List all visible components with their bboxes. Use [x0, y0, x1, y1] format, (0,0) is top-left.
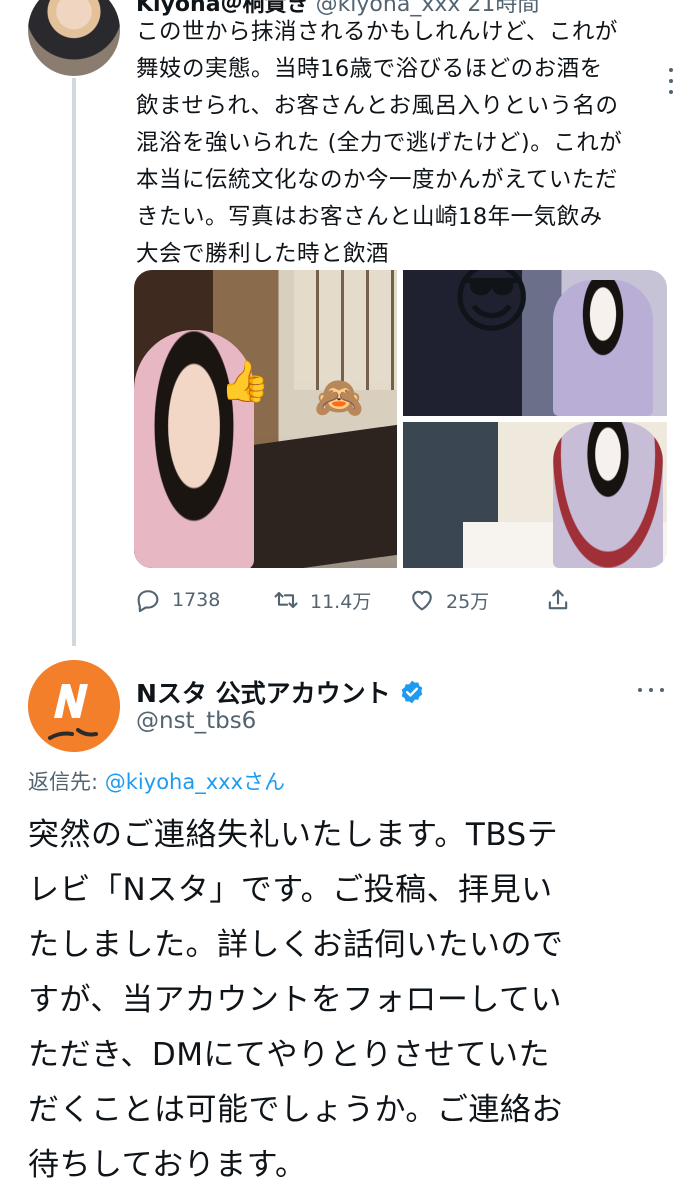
display-name-text: Nスタ 公式アカウント [136, 679, 391, 708]
retweet-count: 11.4万 [310, 590, 372, 613]
retweet-icon [274, 591, 298, 609]
retweet-button[interactable]: 11.4万 [272, 584, 371, 616]
sunglasses-emoji-icon: 😎 [451, 270, 533, 344]
photo-grid: 👍 🙈 😎 [134, 270, 667, 568]
replying-label: 返信先: [28, 770, 99, 794]
nsuta-logo-icon [28, 660, 120, 752]
verified-badge-icon [401, 680, 422, 704]
share-icon [548, 589, 568, 610]
thumbs-up-emoji-icon: 👍 [220, 359, 270, 405]
share-button[interactable] [544, 584, 572, 616]
avatar[interactable] [28, 660, 120, 752]
thread-connector-line [72, 78, 76, 646]
mention-suffix: さん [243, 770, 285, 794]
tweet-actions: 1738 11.4万 25万 [134, 584, 664, 616]
replying-to: 返信先: @kiyoha_xxxさん [28, 766, 285, 796]
display-name[interactable]: Nスタ 公式アカウント [136, 674, 425, 710]
like-button[interactable]: 25万 [408, 584, 489, 616]
handle[interactable]: @nst_tbs6 [136, 708, 256, 734]
photo-2[interactable]: 😎 [403, 270, 667, 416]
mention-link[interactable]: @kiyoha_xxx [105, 770, 243, 794]
reply-count: 1738 [172, 589, 221, 611]
heart-icon [412, 590, 432, 611]
more-options-icon[interactable] [638, 680, 664, 700]
like-count: 25万 [446, 590, 490, 613]
tweet-text: この世から抹消されるかもしれんけど、これが 舞妓の実態。当時16歳で浴びるほどの… [136, 19, 623, 267]
photo-1[interactable]: 👍 🙈 [134, 270, 397, 568]
photo-3[interactable] [403, 422, 667, 568]
reply-button[interactable]: 1738 [134, 584, 220, 616]
avatar[interactable] [28, 0, 120, 76]
reply-icon [137, 590, 159, 613]
tweet-text: 突然のご連絡失礼いたします。TBSテ レビ「Nスタ」です。ご投稿、拝見い たしま… [28, 817, 564, 1183]
see-no-evil-monkey-emoji-icon: 🙈 [314, 375, 364, 421]
